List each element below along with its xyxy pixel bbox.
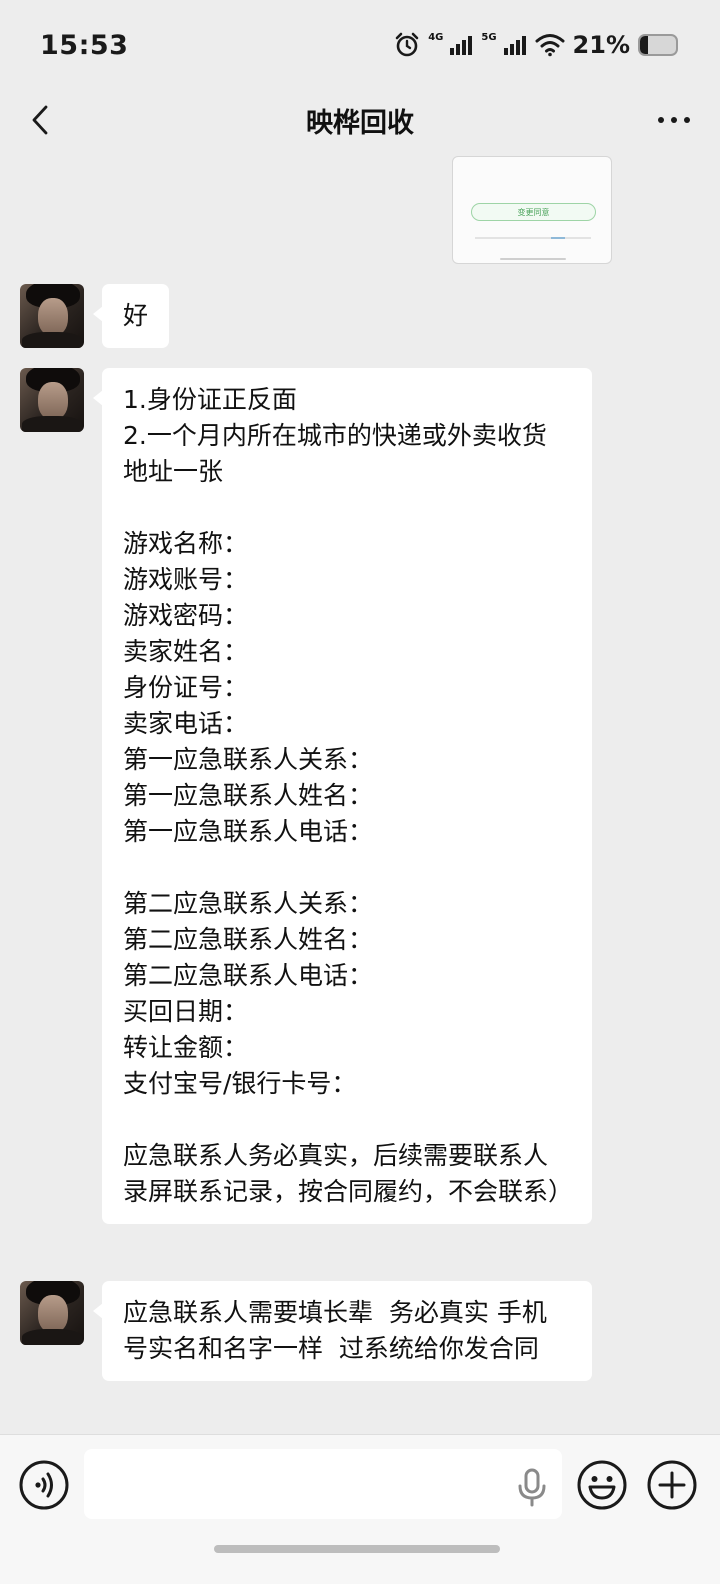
battery-fill — [640, 36, 648, 54]
avatar-shoulder — [22, 332, 82, 348]
chat-message-list[interactable]: 变更同意 好 1.身份证正反面 2.一个月内所在城市的快递或外卖收货地址一张 游… — [0, 150, 720, 1434]
avatar-shoulder — [22, 416, 82, 432]
chat-screen: 15:53 4G 5G 21% 映桦回收 变更同意 好 1.身份证正反面 2.一… — [0, 0, 720, 1584]
shared-screenshot-card[interactable]: 变更同意 — [452, 156, 612, 264]
network-1-label: 4G — [428, 31, 444, 43]
voice-button[interactable] — [18, 1459, 70, 1511]
home-indicator[interactable] — [214, 1545, 500, 1553]
wifi-icon — [535, 33, 565, 57]
more-icon — [658, 117, 690, 123]
battery-icon — [638, 34, 678, 56]
signal-1-icon — [449, 34, 473, 56]
card-home-bar — [500, 258, 566, 260]
plus-icon — [647, 1460, 697, 1510]
battery-percent: 21% — [572, 31, 630, 59]
nav-bar: 映桦回收 — [0, 90, 720, 150]
avatar-face — [38, 1295, 68, 1333]
network-2-label: 5G — [481, 31, 497, 43]
message-bubble[interactable]: 好 — [92, 284, 170, 348]
card-link-line — [551, 237, 565, 239]
voice-icon — [19, 1460, 69, 1510]
chevron-left-icon — [32, 105, 48, 135]
avatar-face — [38, 298, 68, 336]
card-button: 变更同意 — [471, 203, 596, 221]
alarm-icon — [394, 32, 420, 58]
avatar[interactable] — [20, 368, 84, 432]
card-text-line — [475, 237, 591, 239]
message-input[interactable] — [84, 1449, 562, 1519]
status-icons: 4G 5G 21% — [394, 31, 678, 59]
avatar-shoulder — [22, 1329, 82, 1345]
more-functions-button[interactable] — [646, 1459, 698, 1511]
mic-icon[interactable] — [514, 1467, 550, 1507]
status-bar: 15:53 4G 5G 21% — [0, 0, 720, 90]
more-button[interactable] — [654, 102, 694, 138]
input-bar — [0, 1434, 720, 1584]
avatar-face — [38, 382, 68, 420]
chat-title: 映桦回收 — [306, 107, 414, 139]
back-button[interactable] — [22, 102, 58, 138]
signal-2-icon — [503, 34, 527, 56]
status-time: 15:53 — [40, 29, 129, 61]
message-bubble[interactable]: 应急联系人需要填长辈 务必真实 手机号实名和名字一样 过系统给你发合同 — [93, 1281, 592, 1381]
emoji-icon — [577, 1460, 627, 1510]
avatar[interactable] — [20, 1281, 84, 1345]
avatar[interactable] — [20, 284, 84, 348]
message-bubble[interactable]: 1.身份证正反面 2.一个月内所在城市的快递或外卖收货地址一张 游戏名称： 游戏… — [93, 368, 592, 1224]
emoji-button[interactable] — [576, 1459, 628, 1511]
